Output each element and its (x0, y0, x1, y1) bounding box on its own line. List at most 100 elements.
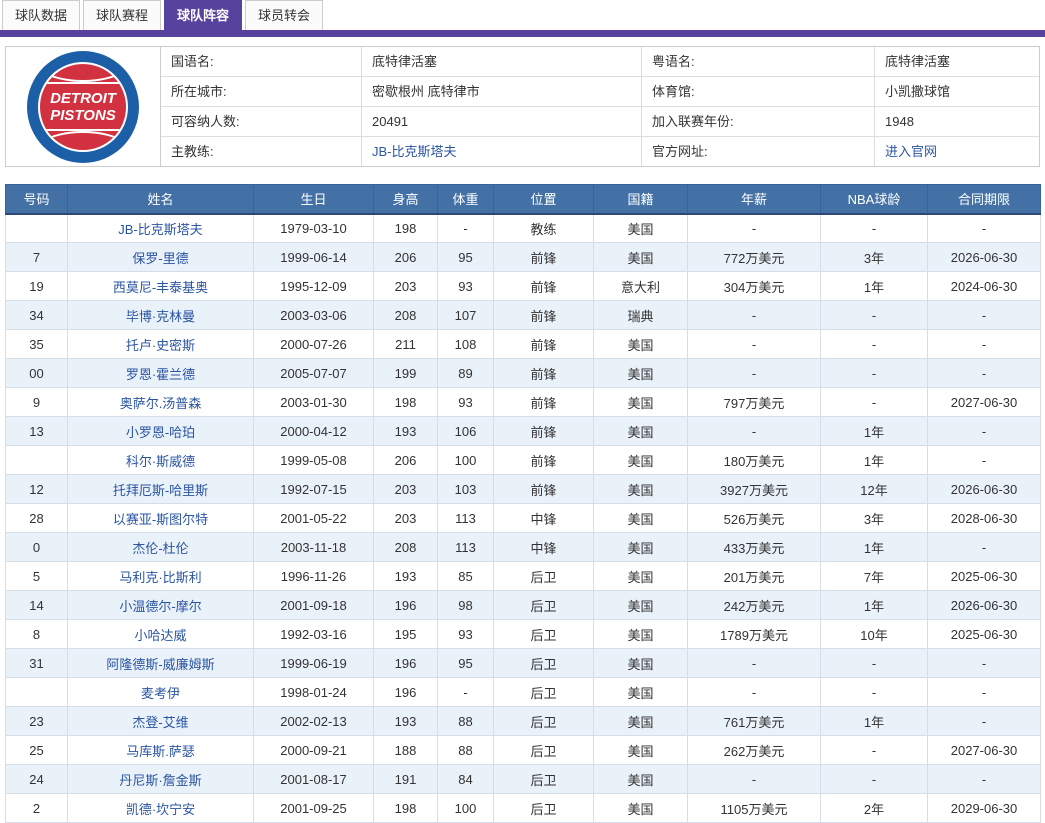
accent-bar (0, 30, 1045, 37)
cell-nationality: 美国 (594, 533, 688, 562)
head-coach-link[interactable]: JB-比克斯塔夫 (361, 137, 641, 166)
cell-birthday: 2003-01-30 (254, 388, 374, 417)
info-row-names: 国语名: 底特律活塞 粤语名: 底特律活塞 (161, 47, 1039, 77)
cell-nationality: 美国 (594, 475, 688, 504)
tab-team-schedule[interactable]: 球队赛程 (83, 0, 161, 30)
table-row: 00罗恩·霍兰德2005-07-0719989前锋美国--- (6, 359, 1041, 388)
roster-table: 号码姓名生日身高体重位置国籍年薪NBA球龄合同期限 JB-比克斯塔夫1979-0… (5, 184, 1041, 823)
cell-height: 193 (374, 417, 438, 446)
roster-header-row: 号码姓名生日身高体重位置国籍年薪NBA球龄合同期限 (6, 185, 1041, 214)
mandarin-name-value: 底特律活塞 (361, 47, 641, 76)
cell-name[interactable]: 凯德·坎宁安 (68, 794, 254, 823)
tab-player-transfers[interactable]: 球员转会 (245, 0, 323, 30)
cell-salary: 433万美元 (688, 533, 821, 562)
cell-nationality: 美国 (594, 620, 688, 649)
header-name: 姓名 (68, 185, 254, 214)
cell-name[interactable]: 以赛亚-斯图尔特 (68, 504, 254, 533)
cell-birthday: 1992-03-16 (254, 620, 374, 649)
cell-birthday: 2000-07-26 (254, 330, 374, 359)
cell-contract-until: 2029-06-30 (928, 794, 1041, 823)
cell-weight: 85 (438, 562, 494, 591)
cell-contract-until: - (928, 678, 1041, 707)
cell-nba-years: - (821, 649, 928, 678)
cell-weight: 107 (438, 301, 494, 330)
logo-wordmark: DETROIT PISTONS (40, 90, 126, 124)
cell-name[interactable]: 麦考伊 (68, 678, 254, 707)
cell-name[interactable]: 托卢·史密斯 (68, 330, 254, 359)
cell-height: 208 (374, 301, 438, 330)
team-info-grid: 国语名: 底特律活塞 粤语名: 底特律活塞 所在城市: 密歇根州 底特律市 体育… (161, 47, 1039, 166)
table-row: 25马库斯.萨瑟2000-09-2118888后卫美国262万美元-2027-0… (6, 736, 1041, 765)
cell-nationality: 美国 (594, 388, 688, 417)
cell-name[interactable]: 杰伦-杜伦 (68, 533, 254, 562)
cell-contract-until: - (928, 301, 1041, 330)
cell-nationality: 美国 (594, 446, 688, 475)
official-site-link[interactable]: 进入官网 (874, 137, 1039, 166)
cell-name[interactable]: 杰登-艾维 (68, 707, 254, 736)
cell-name[interactable]: 小罗恩-哈珀 (68, 417, 254, 446)
table-row: 7保罗-里德1999-06-1420695前锋美国772万美元3年2026-06… (6, 243, 1041, 272)
cell-weight: 93 (438, 388, 494, 417)
cantonese-name-value: 底特律活塞 (874, 47, 1039, 76)
tab-team-roster[interactable]: 球队阵容 (164, 0, 242, 30)
header-contract-until: 合同期限 (928, 185, 1041, 214)
cell-name[interactable]: 保罗-里德 (68, 243, 254, 272)
cell-contract-until: - (928, 649, 1041, 678)
cell-height: 208 (374, 533, 438, 562)
cell-name[interactable]: 小温德尔-摩尔 (68, 591, 254, 620)
cell-height: 188 (374, 736, 438, 765)
cell-nationality: 美国 (594, 765, 688, 794)
tab-team-data[interactable]: 球队数据 (2, 0, 80, 30)
cell-name[interactable]: 丹尼斯·詹金斯 (68, 765, 254, 794)
cell-nba-years: 1年 (821, 272, 928, 301)
cell-salary: 201万美元 (688, 562, 821, 591)
cell-name[interactable]: 西莫尼-丰泰基奥 (68, 272, 254, 301)
cell-nationality: 美国 (594, 330, 688, 359)
cell-birthday: 2001-08-17 (254, 765, 374, 794)
cell-salary: 304万美元 (688, 272, 821, 301)
cell-name[interactable]: 奥萨尔.汤普森 (68, 388, 254, 417)
cell-nba-years: 3年 (821, 243, 928, 272)
header-nba-years: NBA球龄 (821, 185, 928, 214)
cell-name[interactable]: JB-比克斯塔夫 (68, 214, 254, 243)
cell-nationality: 美国 (594, 678, 688, 707)
cell-height: 203 (374, 475, 438, 504)
cell-position: 中锋 (494, 533, 594, 562)
header-number: 号码 (6, 185, 68, 214)
cell-number: 28 (6, 504, 68, 533)
cell-name[interactable]: 小哈达威 (68, 620, 254, 649)
team-info-panel: DETROIT PISTONS 国语名: 底特律活塞 粤语名: 底特律活塞 所在… (5, 46, 1040, 167)
tab-bar: 球队数据 球队赛程 球队阵容 球员转会 (0, 0, 1045, 30)
cell-name[interactable]: 阿隆德斯-威廉姆斯 (68, 649, 254, 678)
cell-name[interactable]: 马库斯.萨瑟 (68, 736, 254, 765)
cell-name[interactable]: 毕博·克林曼 (68, 301, 254, 330)
header-weight: 体重 (438, 185, 494, 214)
cell-birthday: 2005-07-07 (254, 359, 374, 388)
cell-contract-until: 2024-06-30 (928, 272, 1041, 301)
cell-number: 9 (6, 388, 68, 417)
table-row: 19西莫尼-丰泰基奥1995-12-0920393前锋意大利304万美元1年20… (6, 272, 1041, 301)
cell-name[interactable]: 托拜厄斯-哈里斯 (68, 475, 254, 504)
cell-number: 0 (6, 533, 68, 562)
cell-contract-until: - (928, 359, 1041, 388)
team-logo-cell: DETROIT PISTONS (6, 47, 161, 166)
cell-weight: 84 (438, 765, 494, 794)
cell-birthday: 2000-09-21 (254, 736, 374, 765)
cell-height: 198 (374, 388, 438, 417)
cell-birthday: 2002-02-13 (254, 707, 374, 736)
table-row: 8小哈达威1992-03-1619593后卫美国1789万美元10年2025-0… (6, 620, 1041, 649)
city-value: 密歇根州 底特律市 (361, 77, 641, 106)
table-row: 0杰伦-杜伦2003-11-18208113中锋美国433万美元1年- (6, 533, 1041, 562)
header-salary: 年薪 (688, 185, 821, 214)
table-row: 23杰登-艾维2002-02-1319388后卫美国761万美元1年- (6, 707, 1041, 736)
cell-height: 191 (374, 765, 438, 794)
cell-nba-years: 1年 (821, 533, 928, 562)
cell-height: 211 (374, 330, 438, 359)
cell-name[interactable]: 罗恩·霍兰德 (68, 359, 254, 388)
cell-height: 193 (374, 562, 438, 591)
cell-salary: 180万美元 (688, 446, 821, 475)
cell-name[interactable]: 马利克·比斯利 (68, 562, 254, 591)
cell-nba-years: 1年 (821, 446, 928, 475)
cell-name[interactable]: 科尔·斯威德 (68, 446, 254, 475)
cell-height: 195 (374, 620, 438, 649)
